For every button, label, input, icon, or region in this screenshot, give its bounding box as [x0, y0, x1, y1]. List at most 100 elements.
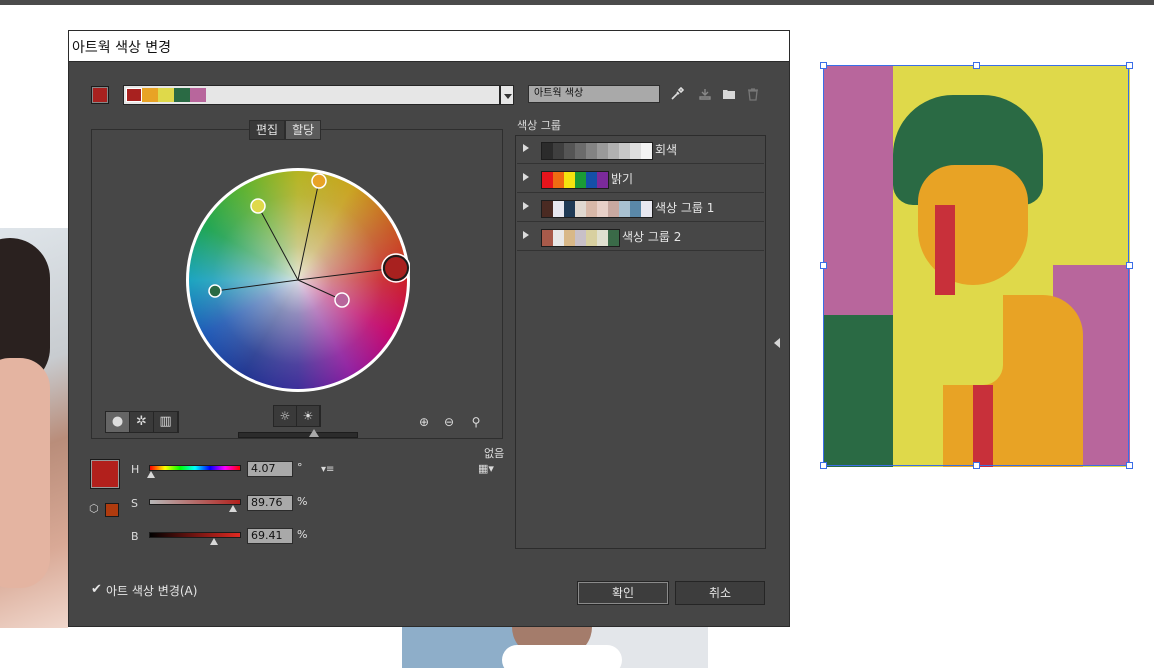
- color-group-chip[interactable]: [586, 201, 597, 217]
- color-group-row[interactable]: 색상 그룹 2: [517, 223, 764, 251]
- selection-handle[interactable]: [973, 462, 980, 469]
- color-group-chip[interactable]: [542, 172, 553, 188]
- color-group-chips[interactable]: [541, 229, 620, 247]
- dialog-title-bar[interactable]: 아트웍 색상 변경: [69, 31, 789, 62]
- cancel-button[interactable]: 취소: [675, 581, 765, 605]
- color-group-chip[interactable]: [597, 201, 608, 217]
- color-group-chip[interactable]: [542, 201, 553, 217]
- save-group-icon[interactable]: [697, 87, 713, 103]
- tab-assign[interactable]: 할당: [285, 120, 322, 140]
- color-group-chip[interactable]: [564, 201, 575, 217]
- current-color-swatch[interactable]: [91, 86, 109, 104]
- recolor-art-checkbox[interactable]: ✔: [91, 583, 105, 597]
- tab-edit[interactable]: 편집: [249, 120, 286, 140]
- color-group-chip[interactable]: [553, 230, 564, 246]
- show-saturation-icon[interactable]: ☼: [274, 406, 297, 426]
- show-brightness-icon[interactable]: ☀: [297, 406, 320, 426]
- strip-color-chip[interactable]: [174, 88, 190, 102]
- color-group-chip[interactable]: [564, 230, 575, 246]
- expand-triangle-icon[interactable]: [523, 144, 529, 152]
- color-group-chip[interactable]: [630, 143, 641, 159]
- color-group-chip[interactable]: [608, 143, 619, 159]
- color-group-chip[interactable]: [597, 172, 608, 188]
- saturation-input[interactable]: 89.76: [247, 495, 293, 511]
- color-group-chip[interactable]: [575, 172, 586, 188]
- wheel-handle-green[interactable]: [208, 284, 222, 298]
- brightness-slider-knob[interactable]: [309, 429, 319, 437]
- strip-color-chip[interactable]: [158, 88, 174, 102]
- expand-triangle-icon[interactable]: [523, 173, 529, 181]
- color-group-chip[interactable]: [575, 201, 586, 217]
- hue-input[interactable]: 4.07: [247, 461, 293, 477]
- eyedropper-icon[interactable]: [669, 86, 685, 103]
- color-group-chip[interactable]: [575, 143, 586, 159]
- color-group-chips[interactable]: [541, 142, 653, 160]
- selection-handle[interactable]: [1126, 462, 1133, 469]
- strip-color-chip[interactable]: [190, 88, 206, 102]
- color-group-chip[interactable]: [542, 230, 553, 246]
- saturation-slider-knob[interactable]: [228, 505, 237, 512]
- color-group-row[interactable]: 밝기: [517, 165, 764, 193]
- wheel-handle-yellow[interactable]: [250, 198, 266, 214]
- color-group-chip[interactable]: [630, 201, 641, 217]
- selection-handle[interactable]: [820, 462, 827, 469]
- expand-triangle-icon[interactable]: [523, 202, 529, 210]
- color-group-chip[interactable]: [586, 143, 597, 159]
- hue-slider[interactable]: [147, 465, 241, 478]
- color-bars-icon[interactable]: ▥: [154, 412, 178, 432]
- color-group-chip[interactable]: [597, 143, 608, 159]
- artwork-color-strip[interactable]: [123, 85, 500, 105]
- smooth-wheel-icon[interactable]: ●: [106, 412, 130, 432]
- color-group-chip[interactable]: [564, 143, 575, 159]
- remove-color-tool-icon[interactable]: ⊖: [441, 414, 457, 430]
- wheel-handle-orange[interactable]: [311, 173, 327, 189]
- color-group-chip[interactable]: [586, 230, 597, 246]
- collapse-panel-arrow-icon[interactable]: [774, 338, 780, 348]
- color-group-chip[interactable]: [608, 230, 619, 246]
- color-group-chip[interactable]: [641, 143, 652, 159]
- color-group-chip[interactable]: [586, 172, 597, 188]
- color-group-chip[interactable]: [553, 143, 564, 159]
- color-group-chips[interactable]: [541, 171, 609, 189]
- color-group-chip[interactable]: [619, 143, 630, 159]
- color-group-row[interactable]: 회색: [517, 136, 764, 164]
- strip-color-chip[interactable]: [142, 88, 158, 102]
- selection-handle[interactable]: [1126, 62, 1133, 69]
- ok-button[interactable]: 확인: [577, 581, 669, 605]
- color-group-name-input[interactable]: 아트웍 색상: [528, 85, 660, 103]
- color-group-chip[interactable]: [553, 172, 564, 188]
- color-group-chips[interactable]: [541, 200, 653, 218]
- wheel-handle-pink[interactable]: [334, 292, 350, 308]
- color-group-chip[interactable]: [641, 201, 652, 217]
- strip-color-chip[interactable]: [126, 88, 142, 102]
- segmented-wheel-icon[interactable]: ✲: [130, 412, 154, 432]
- color-group-chip[interactable]: [575, 230, 586, 246]
- color-group-row[interactable]: 색상 그룹 1: [517, 194, 764, 222]
- color-group-chip[interactable]: [619, 201, 630, 217]
- selection-handle[interactable]: [820, 262, 827, 269]
- brightness-input[interactable]: 69.41: [247, 528, 293, 544]
- color-group-chip[interactable]: [597, 230, 608, 246]
- trash-icon[interactable]: [745, 87, 761, 103]
- add-color-tool-icon[interactable]: ⊕: [416, 414, 432, 430]
- color-group-chip[interactable]: [542, 143, 553, 159]
- gamut-corrected-swatch[interactable]: [105, 503, 119, 517]
- selected-color-swatch[interactable]: [90, 459, 120, 489]
- brightness-slider[interactable]: [238, 429, 358, 438]
- color-group-chip[interactable]: [564, 172, 575, 188]
- brightness-value-slider[interactable]: [149, 532, 241, 545]
- swatch-library-icon[interactable]: ▦▾: [478, 462, 500, 476]
- recolor-art-label[interactable]: 아트 색상 변경(A): [106, 582, 197, 599]
- brightness-value-slider-knob[interactable]: [209, 538, 218, 545]
- expand-triangle-icon[interactable]: [523, 231, 529, 239]
- color-group-chip[interactable]: [608, 201, 619, 217]
- color-strip-dropdown[interactable]: [500, 85, 514, 105]
- wheel-handle-main-red[interactable]: [383, 255, 409, 281]
- color-group-chip[interactable]: [553, 201, 564, 217]
- out-of-gamut-cube-icon[interactable]: ⬡: [89, 503, 101, 515]
- hue-slider-knob[interactable]: [147, 471, 156, 478]
- new-folder-icon[interactable]: [721, 87, 737, 103]
- selection-handle[interactable]: [973, 62, 980, 69]
- selection-handle[interactable]: [820, 62, 827, 69]
- selection-handle[interactable]: [1126, 262, 1133, 269]
